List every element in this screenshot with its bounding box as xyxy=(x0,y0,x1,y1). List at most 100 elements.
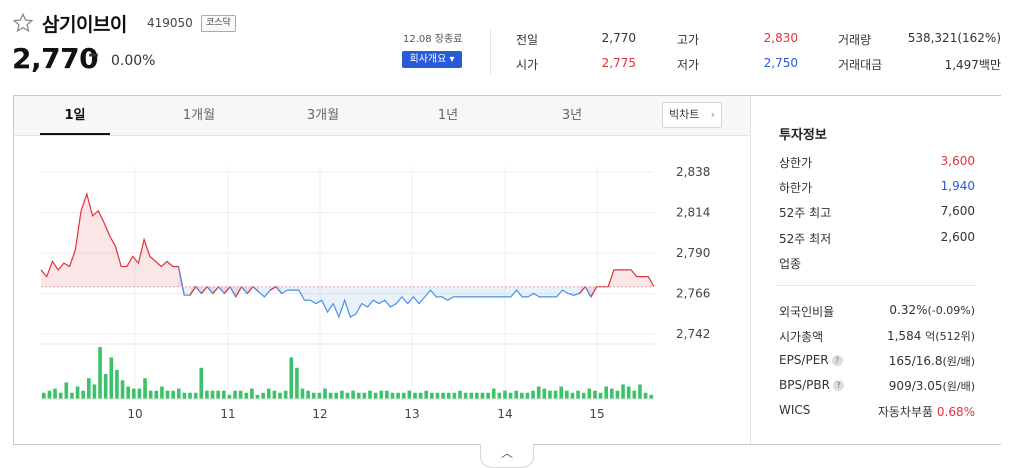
eps-per-label: EPS/PER? xyxy=(779,353,843,367)
volume-bar xyxy=(289,357,294,399)
volume-bar xyxy=(148,390,153,399)
tab-1month[interactable]: 1개월 xyxy=(164,96,234,136)
market-close-date: 12.08 장종료 xyxy=(403,34,463,45)
market-cap-value: 1,584 억(512위) xyxy=(886,329,975,343)
tab-1day[interactable]: 1일 xyxy=(40,96,110,135)
volume-bar xyxy=(593,390,597,399)
volume-bar xyxy=(120,380,125,399)
lower-limit-label: 하한가 xyxy=(779,181,813,195)
volume-bar xyxy=(379,390,384,399)
volume-bar xyxy=(621,384,625,399)
volume-bar xyxy=(632,390,637,399)
low-52w-value: 2,600 xyxy=(940,230,975,244)
volume-bar xyxy=(109,357,114,399)
volume-bar xyxy=(64,382,69,399)
volume-bar xyxy=(553,390,558,399)
volume-bar xyxy=(58,392,63,399)
wics-value[interactable]: 자동차부품 0.68% xyxy=(878,403,975,420)
upper-limit-label: 상한가 xyxy=(779,156,813,170)
volume-bar xyxy=(576,390,580,399)
volume-bar xyxy=(475,392,479,399)
trade-value: 1,497백만 xyxy=(944,58,1001,72)
volume-bar xyxy=(452,392,457,399)
volume-bar xyxy=(565,390,569,399)
intraday-chart: 2,838 2,814 2,790 2,766 2,742 10 11 12 13 14 15 xyxy=(14,137,750,445)
foreign-ratio-label: 외국인비율 xyxy=(779,305,835,319)
volume-bar xyxy=(137,388,142,399)
big-chart-label: 빅차트 xyxy=(669,108,700,121)
chart-panel: 1일 1개월 3개월 1년 3년 빅차트 › 2,838 2,814 2,790 2,… xyxy=(13,95,1001,445)
volume-bar xyxy=(430,392,434,399)
change-symbol: – xyxy=(88,42,99,67)
industry-label: 업종 xyxy=(779,257,802,271)
big-chart-button[interactable]: 빅차트 › xyxy=(662,102,722,128)
volume-bar xyxy=(115,369,119,399)
volume-bar xyxy=(418,392,423,399)
eps-per-value: 165/16.8(원/배) xyxy=(888,354,975,368)
volume-bar xyxy=(458,390,462,399)
volume-bar xyxy=(295,367,299,399)
invest-title: 투자정보 xyxy=(779,128,827,143)
x-tick-label: 14 xyxy=(497,407,512,421)
volume-bar xyxy=(525,392,530,399)
volume-bar xyxy=(171,390,175,399)
low-label: 저가 xyxy=(677,58,700,72)
high-52w-label: 52주 최고 xyxy=(779,206,832,220)
favorite-star-icon[interactable] xyxy=(12,12,34,34)
collapse-chevron-up-icon[interactable]: ︿ xyxy=(480,444,534,468)
tab-1year[interactable]: 1년 xyxy=(413,96,483,136)
volume-bar xyxy=(368,390,372,399)
bps-pbr-value: 909/3.05(원/배) xyxy=(888,379,975,393)
help-icon[interactable]: ? xyxy=(832,380,844,391)
volume-bar xyxy=(176,388,181,399)
volume-bar xyxy=(160,386,164,399)
prev-close-label: 전일 xyxy=(516,33,539,47)
volume-bar xyxy=(278,392,282,399)
low-52w-label: 52주 최저 xyxy=(779,232,832,246)
low-value: 2,750 xyxy=(763,56,798,70)
volume-bar xyxy=(126,386,130,399)
volume-bar xyxy=(238,390,243,399)
volume-bar xyxy=(70,392,74,399)
x-tick-label: 11 xyxy=(220,407,235,421)
bps-pbr-label: BPS/PBR? xyxy=(779,378,844,392)
open-value: 2,775 xyxy=(601,56,636,70)
volume-bar xyxy=(581,392,586,399)
high-label: 고가 xyxy=(677,33,700,47)
volume-bar xyxy=(92,384,97,399)
volume-bar xyxy=(626,386,631,399)
open-label: 시가 xyxy=(516,58,539,72)
volume-bar xyxy=(385,390,389,399)
volume-bar xyxy=(542,388,547,399)
volume-bar xyxy=(435,392,440,399)
volume-bar xyxy=(615,390,620,399)
volume-bar xyxy=(86,378,91,399)
volume-bar xyxy=(503,390,507,399)
tab-3year[interactable]: 3년 xyxy=(537,96,607,136)
volume-bar xyxy=(53,388,57,399)
volume-bar xyxy=(143,378,147,399)
help-icon[interactable]: ? xyxy=(831,355,843,366)
change-percent: 0.00% xyxy=(111,53,156,69)
stock-code: 419050 xyxy=(147,16,193,30)
x-tick-label: 13 xyxy=(404,407,419,421)
volume-bar xyxy=(131,388,136,399)
lower-limit-value: 1,940 xyxy=(940,179,975,193)
divider xyxy=(490,30,491,74)
investment-info-panel: 투자정보 상한가 3,600 하한가 1,940 52주 최고 7,600 52… xyxy=(750,96,1001,444)
volume-bar xyxy=(598,392,603,399)
tab-3month[interactable]: 3개월 xyxy=(288,96,358,136)
volume-bar xyxy=(182,392,187,399)
volume-bar xyxy=(362,392,367,399)
x-tick-label: 10 xyxy=(127,407,142,421)
price-volume-chart: 2,838 2,814 2,790 2,766 2,742 10 11 12 13 14 15 xyxy=(40,165,710,421)
volume-bar xyxy=(255,394,260,399)
volume-bar xyxy=(165,390,170,399)
market-cap-label: 시가총액 xyxy=(779,330,824,344)
volume-bar xyxy=(413,392,417,399)
y-tick-label: 2,790 xyxy=(676,246,710,260)
company-overview-button[interactable]: 회사개요 ▾ xyxy=(402,51,462,68)
volume-bar xyxy=(75,386,80,399)
volume-bar xyxy=(227,394,232,399)
volume-bar xyxy=(244,392,249,399)
